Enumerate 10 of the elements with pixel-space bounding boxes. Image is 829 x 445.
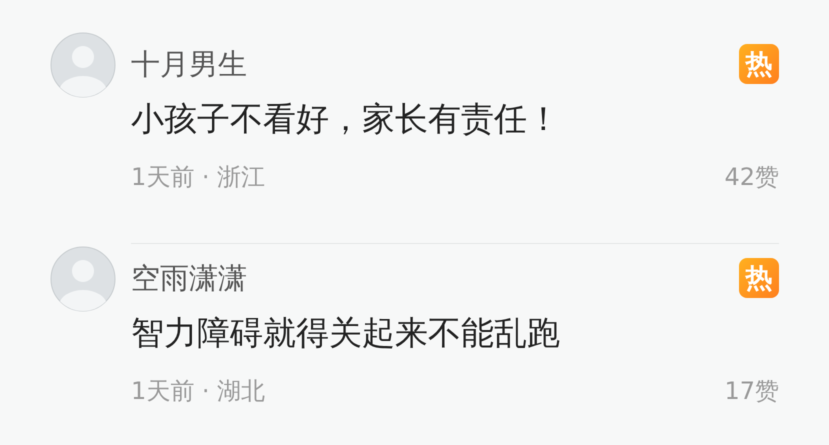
comment-text: 智力障碍就得关起来不能乱跑 xyxy=(131,312,561,354)
comment-text: 小孩子不看好，家长有责任！ xyxy=(131,98,561,140)
hot-badge: 热 xyxy=(739,44,779,84)
comment-meta: 1天前 · 浙江 xyxy=(131,162,266,192)
username[interactable]: 空雨潇潇 xyxy=(131,260,247,296)
avatar-icon xyxy=(50,246,116,312)
comment-meta: 1天前 · 湖北 xyxy=(131,376,266,406)
username[interactable]: 十月男生 xyxy=(131,46,247,82)
avatar-icon xyxy=(50,32,116,98)
hot-badge: 热 xyxy=(739,258,779,298)
